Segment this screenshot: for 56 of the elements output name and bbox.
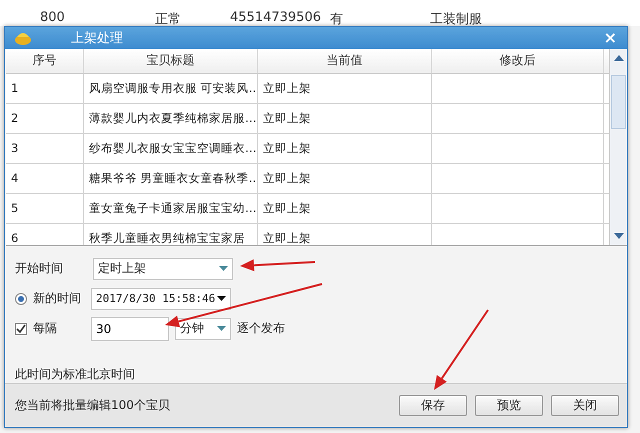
table-cell: 立即上架 <box>258 134 432 163</box>
scroll-up-icon[interactable] <box>614 54 624 61</box>
dropdown-arrow-icon <box>217 326 226 332</box>
table-cell: 薄款婴儿内衣夏季纯棉家居服… <box>84 104 258 133</box>
unit-dropdown[interactable]: 分钟 <box>175 318 231 340</box>
table-row[interactable]: 4 糖果爷爷 男童睡衣女童春秋季… 立即上架 <box>6 164 609 194</box>
table-cell: 秋季儿童睡衣男纯棉宝宝家居 <box>84 224 258 245</box>
date-time-picker[interactable]: 2017/8/30 15:58:46 <box>91 288 231 310</box>
publish-label: 逐个发布 <box>237 320 285 338</box>
background-cell-text: 工装制服 <box>430 11 483 28</box>
radio-button[interactable] <box>15 292 27 305</box>
column-header[interactable]: 序号 <box>6 48 84 73</box>
scroll-down-icon[interactable] <box>614 232 624 239</box>
background-cell-text: 有 <box>330 11 344 28</box>
table-row[interactable]: 1 风扇空调服专用衣服 可安装风… 立即上架 <box>6 74 609 104</box>
dropdown-arrow-icon <box>219 266 228 272</box>
table-cell: 立即上架 <box>258 194 432 223</box>
background-cell-text: 800 <box>40 10 66 25</box>
status-text: 您当前将批量编辑100个宝贝 <box>15 396 171 414</box>
dialog-button[interactable]: 预览 <box>475 394 543 416</box>
start-time-dropdown[interactable]: 定时上架 <box>93 258 233 280</box>
dialog-button[interactable]: 关闭 <box>551 394 619 416</box>
table-cell: 立即上架 <box>258 104 432 133</box>
table-cell: 4 <box>6 164 84 193</box>
teapot-icon <box>13 30 33 45</box>
dialog-button[interactable]: 保存 <box>399 394 467 416</box>
window-title: 上架处理 <box>71 30 124 47</box>
table-cell: 3 <box>6 134 84 163</box>
table-cell: 1 <box>6 74 84 103</box>
checkbox[interactable] <box>15 322 27 335</box>
background-cell-text: 45514739506 <box>230 10 322 25</box>
table-cell: 糖果爷爷 男童睡衣女童春秋季… <box>84 164 258 193</box>
table-cell: 风扇空调服专用衣服 可安装风… <box>84 74 258 103</box>
table-cell: 纱布婴儿衣服女宝宝空调睡衣… <box>84 134 258 163</box>
table-cell: 6 <box>6 224 84 245</box>
column-header[interactable]: 修改后 <box>432 48 604 73</box>
background-cell-text: 正常 <box>155 11 182 28</box>
table-row[interactable]: 2 薄款婴儿内衣夏季纯棉家居服… 立即上架 <box>6 104 609 134</box>
table-cell: 2 <box>6 104 84 133</box>
scrollbar[interactable] <box>609 48 627 245</box>
table-row[interactable]: 5 童女童兔子卡通家居服宝宝幼… 立即上架 <box>6 194 609 224</box>
dropdown-arrow-icon <box>217 296 226 302</box>
new-time-label: 新的时间 <box>33 290 82 308</box>
table-row[interactable]: 3 纱布婴儿衣服女宝宝空调睡衣… 立即上架 <box>6 134 609 164</box>
table-cell: 立即上架 <box>258 74 432 103</box>
interval-input[interactable]: 30 <box>91 316 169 341</box>
interval-label: 每隔 <box>33 320 58 338</box>
scroll-thumb[interactable] <box>611 74 626 129</box>
timezone-note: 此时间为标准北京时间 <box>15 366 136 383</box>
column-header[interactable]: 当前值 <box>258 48 432 73</box>
table-cell: 立即上架 <box>258 164 432 193</box>
table-cell: 5 <box>6 194 84 223</box>
column-header[interactable]: 宝贝标题 <box>84 48 258 73</box>
start-time-label: 开始时间 <box>15 260 64 278</box>
table-cell: 童女童兔子卡通家居服宝宝幼… <box>84 194 258 223</box>
table-cell: 立即上架 <box>258 224 432 245</box>
